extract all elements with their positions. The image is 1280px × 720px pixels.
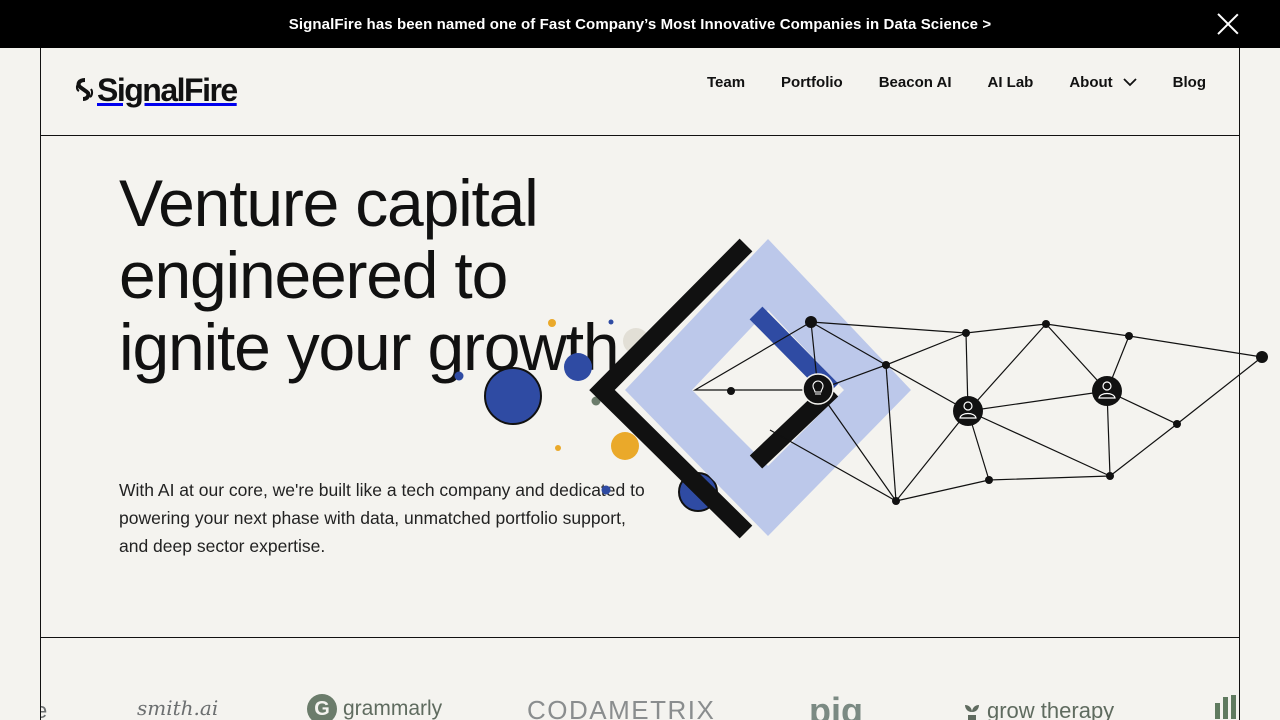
portfolio-logo-grow-therapy[interactable]: grow therapy [963,698,1114,720]
announcement-bar: SignalFire has been named one of Fast Co… [0,0,1280,48]
frame-left-border [40,48,41,720]
nav-about-label: About [1069,74,1113,91]
grammarly-label: grammarly [343,697,443,720]
grammarly-g-icon: G [307,694,337,720]
portfolio-logo-partial-right[interactable] [1213,695,1239,720]
logo-mark-icon [75,78,94,101]
nav-ai-lab[interactable]: AI Lab [988,74,1034,91]
header-divider [40,135,1240,136]
plant-icon [965,705,979,720]
nav-portfolio[interactable]: Portfolio [781,74,843,91]
nav-about[interactable]: About [1069,74,1137,91]
nav-blog[interactable]: Blog [1173,74,1206,91]
nav-beacon-ai[interactable]: Beacon AI [879,74,952,91]
portfolio-logo-pig[interactable]: pig [809,690,863,720]
chevron-down-icon [1123,78,1137,87]
close-icon[interactable] [1216,12,1240,36]
announcement-link[interactable]: SignalFire has been named one of Fast Co… [289,16,991,33]
main-nav: Team Portfolio Beacon AI AI Lab About Bl… [707,74,1206,91]
partial-logo-icon [1215,695,1236,719]
portfolio-logo-strip: e smith.ai G grammarly CODAMETRIX pig gr… [41,638,1239,720]
hero-network-graphic [454,238,1268,539]
portfolio-logo-smith-ai[interactable]: smith.ai [137,696,218,720]
signalfire-logo[interactable]: SignalFire [75,71,238,108]
grow-therapy-label: grow therapy [987,698,1115,720]
logo-wordmark: SignalFire [97,71,238,108]
nav-team[interactable]: Team [707,74,745,91]
portfolio-logo-partial[interactable]: e [41,698,47,720]
portfolio-logo-grammarly[interactable]: G grammarly [307,694,442,720]
portfolio-logo-codametrix[interactable]: CODAMETRIX [527,695,715,720]
